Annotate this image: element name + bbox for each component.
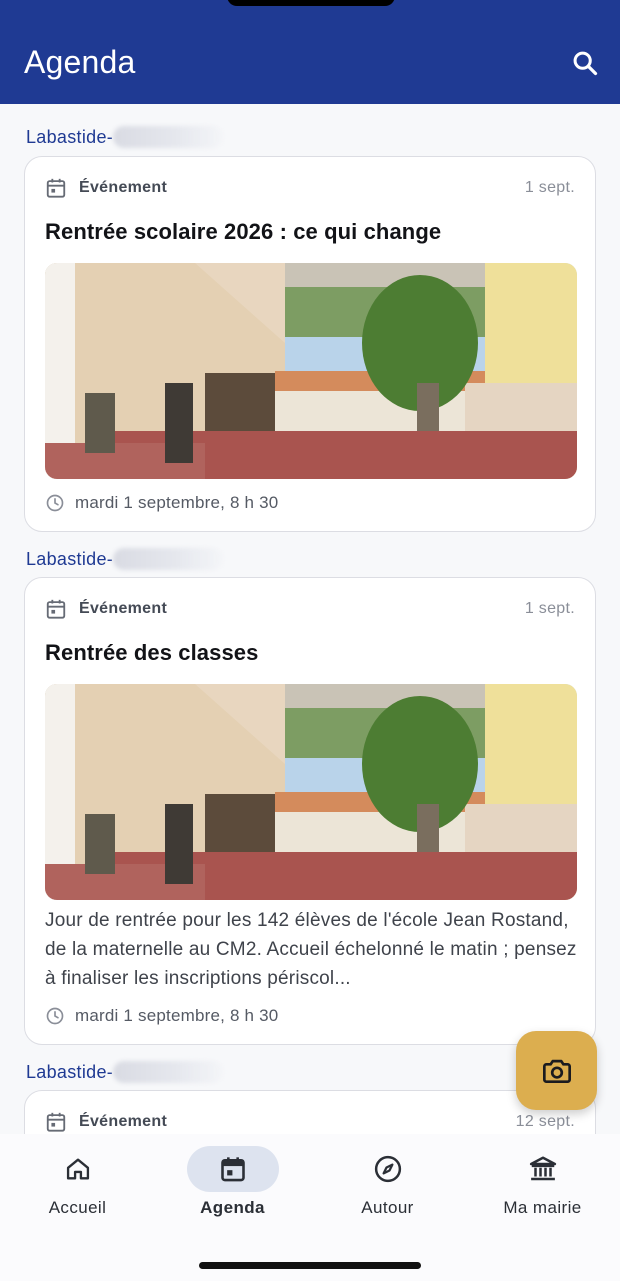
event-image <box>45 263 577 479</box>
calendar-icon <box>46 1112 66 1132</box>
card-title: Rentrée des classes <box>45 640 259 665</box>
nav-item-agenda[interactable]: Agenda <box>155 1134 310 1244</box>
app-header: Agenda <box>0 0 620 104</box>
card-title: Rentrée scolaire 2026 : ce qui change <box>45 219 442 244</box>
compass-icon <box>374 1155 401 1183</box>
home-icon <box>66 1158 89 1180</box>
card-date: 1 sept. <box>524 179 575 196</box>
event-card[interactable]: Événement 1 sept. Rentrée scolaire 2026 … <box>24 156 596 532</box>
nav-item-accueil[interactable]: Accueil <box>0 1134 155 1244</box>
commune-label: Labastide- <box>26 548 224 570</box>
card-time: mardi 1 septembre, 8 h 30 <box>45 493 278 513</box>
event-image <box>45 684 577 900</box>
nav-item-autour[interactable]: Autour <box>310 1134 465 1244</box>
camera-button[interactable] <box>516 1031 597 1110</box>
school-courtyard-image <box>45 684 577 900</box>
device-notch <box>227 0 395 6</box>
clock-icon <box>46 494 64 512</box>
nav-label: Accueil <box>48 1198 107 1217</box>
clock-icon <box>46 1007 64 1025</box>
event-card[interactable]: Événement 1 sept. Rentrée des classes Jo… <box>24 577 596 1045</box>
nav-label: Autour <box>361 1198 414 1217</box>
card-type: Événement <box>45 177 167 199</box>
redacted-text <box>113 126 224 148</box>
card-type: Événement <box>45 1111 167 1133</box>
commune-label: Labastide- <box>26 126 224 148</box>
card-time: mardi 1 septembre, 8 h 30 <box>45 1006 278 1026</box>
search-button[interactable] <box>566 44 604 82</box>
bottom-navigation: Accueil Agenda Autour Ma mairie <box>0 1134 620 1281</box>
card-date: 12 sept. <box>515 1113 575 1130</box>
calendar-icon <box>220 1157 245 1182</box>
nav-item-ma-mairie[interactable]: Ma mairie <box>465 1134 620 1244</box>
camera-icon <box>542 1059 571 1083</box>
redacted-text <box>113 1061 224 1083</box>
card-date: 1 sept. <box>524 600 575 617</box>
school-courtyard-image <box>45 263 577 479</box>
page-title: Agenda <box>24 44 136 80</box>
town-hall-icon <box>529 1156 556 1181</box>
nav-label: Ma mairie <box>503 1198 582 1217</box>
card-type: Événement <box>45 598 167 620</box>
card-description: Jour de rentrée pour les 142 élèves de l… <box>45 910 577 989</box>
calendar-icon <box>46 178 66 198</box>
search-icon <box>573 51 598 76</box>
agenda-feed[interactable]: Labastide- Événement 1 sept. Rentrée sco… <box>0 104 620 1134</box>
nav-label: Agenda <box>200 1198 265 1217</box>
commune-label: Labastide- <box>26 1061 224 1083</box>
event-card[interactable]: Événement 12 sept. <box>24 1090 596 1134</box>
redacted-text <box>113 548 224 570</box>
home-indicator[interactable] <box>199 1262 421 1269</box>
calendar-icon <box>46 599 66 619</box>
